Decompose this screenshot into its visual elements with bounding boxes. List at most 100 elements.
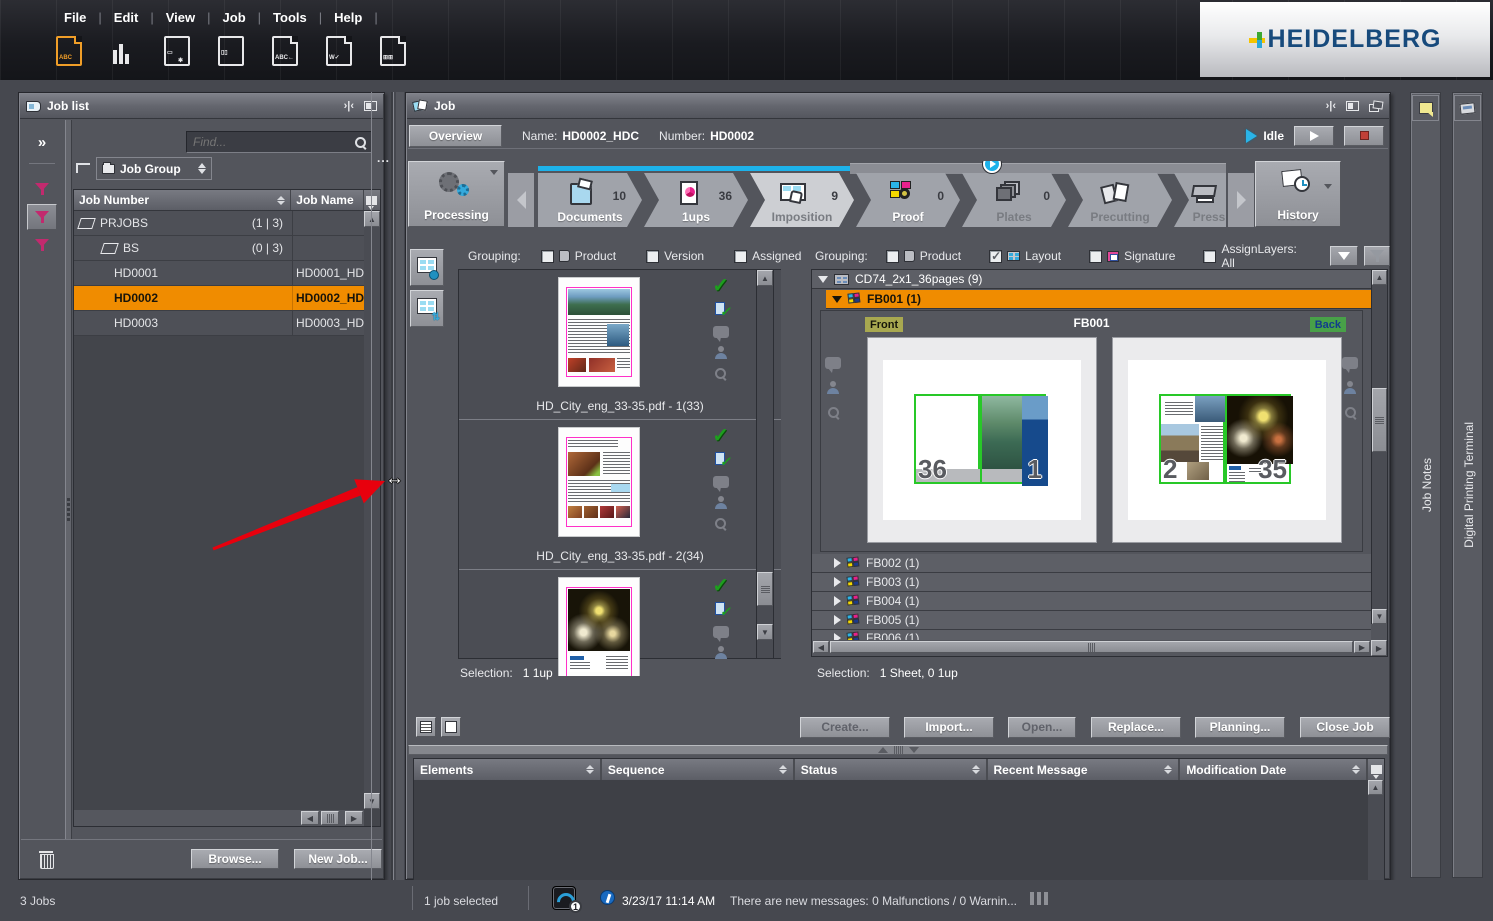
comment-bubble-icon[interactable]	[713, 476, 729, 488]
horizontal-splitter[interactable]	[408, 745, 1388, 755]
oneup-item-2[interactable]: ✓ ✓ HD_City_eng_33-35.pdf - 2(34)	[459, 420, 781, 570]
job-group-row-prjobs[interactable]: PRJOBS (1 | 3)	[74, 211, 380, 236]
signature-checkbox[interactable]	[1089, 250, 1102, 263]
status-message[interactable]: There are new messages: 0 Malfunctions /…	[730, 894, 1017, 908]
back-page-35[interactable]: 35	[1225, 394, 1291, 484]
scroll-up-button[interactable]: ▲	[1368, 780, 1383, 795]
grid-view-button[interactable]	[441, 717, 461, 737]
assignee-icon[interactable]	[714, 346, 728, 359]
comment-bubble-icon[interactable]	[825, 357, 841, 369]
scroll-down-button[interactable]: ▼	[757, 624, 773, 640]
messages-icon[interactable]: 1	[552, 886, 576, 910]
oneup-item-1[interactable]: ✓ ✓ HD_City_eng_33-35.pdf - 1(33)	[459, 270, 781, 420]
oneup-item-3[interactable]: ✓ ✓	[459, 570, 781, 676]
step-precutting[interactable]: Precutting	[1068, 173, 1172, 227]
expander-closed-icon[interactable]	[834, 577, 841, 587]
replace-button[interactable]: Replace...	[1091, 717, 1181, 738]
filter-slot-2-active[interactable]	[27, 204, 57, 230]
sort-icon[interactable]	[277, 196, 285, 205]
collapse-panel-icon[interactable]: ›|‹	[344, 100, 354, 112]
dropdown-arrow-icon[interactable]	[490, 170, 498, 175]
statusbar-grip[interactable]	[1030, 892, 1048, 905]
grouping-version[interactable]: Version	[646, 249, 704, 263]
dropdown-arrow-icon[interactable]	[1324, 184, 1332, 189]
menu-job[interactable]: Job	[211, 6, 258, 29]
sort-icon[interactable]	[1352, 765, 1360, 774]
stop-processing-button[interactable]	[1344, 126, 1384, 146]
column-header-elements[interactable]: Elements	[414, 759, 602, 780]
barcode-document-icon[interactable]: ⊞⊞	[380, 36, 406, 66]
step-plates[interactable]: 0 Plates	[962, 173, 1066, 227]
expander-open-icon[interactable]	[832, 296, 842, 303]
inspect-icon[interactable]	[827, 406, 840, 419]
front-page-36[interactable]: 36	[914, 394, 980, 484]
tree-corner-button[interactable]: ▶	[1371, 640, 1387, 656]
tree-node-fb001-selected[interactable]: FB001 (1)	[826, 290, 1371, 309]
column-header-recent-message[interactable]: Recent Message	[988, 759, 1181, 780]
assignee-icon[interactable]	[714, 496, 728, 509]
scroll-thumb[interactable]	[830, 641, 1353, 653]
scroll-down-button[interactable]: ▼	[1372, 609, 1387, 624]
filter-slot-3[interactable]	[27, 232, 57, 258]
sort-icon[interactable]	[779, 765, 787, 774]
job-row-hd0002-selected[interactable]: HD0002 HD0002_HDC	[74, 286, 380, 311]
tree-structure-icon[interactable]	[76, 163, 90, 173]
browse-button[interactable]: Browse...	[191, 849, 279, 869]
processing-button[interactable]: Processing	[408, 161, 505, 227]
inspect-icon[interactable]	[714, 517, 727, 530]
comment-bubble-icon[interactable]	[713, 626, 729, 638]
digital-printing-terminal-tab[interactable]: Digital Printing Terminal	[1452, 92, 1483, 878]
comment-bubble-icon[interactable]	[713, 326, 729, 338]
history-button[interactable]: History	[1255, 161, 1341, 227]
grouping-product[interactable]: Product	[886, 249, 961, 263]
table-config-button[interactable]	[1368, 759, 1384, 780]
product-checkbox[interactable]	[541, 250, 554, 263]
layers-dropdown-button[interactable]	[1330, 246, 1358, 266]
job-group-spinner[interactable]	[198, 163, 206, 174]
info-icon[interactable]	[600, 890, 615, 905]
view-1ups-button[interactable]	[410, 249, 444, 286]
job-row-hd0003[interactable]: HD0003 HD0003_HDC	[74, 311, 380, 336]
oneups-scrollbar[interactable]: ▲ ▼	[756, 269, 774, 659]
tree-node-fb003[interactable]: FB003 (1)	[812, 573, 1371, 592]
assigned-checkbox[interactable]	[734, 250, 747, 263]
import-button[interactable]: Import...	[904, 717, 994, 738]
tree-node-fb004[interactable]: FB004 (1)	[812, 592, 1371, 611]
inspect-icon[interactable]	[714, 367, 727, 380]
inspect-icon[interactable]	[1344, 406, 1357, 419]
grouping-layout[interactable]: Layout	[989, 249, 1061, 263]
scroll-thumb[interactable]	[757, 572, 773, 606]
panel-view-icon[interactable]	[1346, 101, 1359, 111]
job-group-row-bs[interactable]: BS (0 | 3)	[74, 236, 380, 261]
import-document-icon[interactable]: ABC←	[272, 36, 298, 66]
expander-closed-icon[interactable]	[834, 596, 841, 606]
menu-edit[interactable]: Edit	[102, 6, 151, 29]
comment-bubble-icon[interactable]	[1342, 357, 1358, 369]
scroll-thumb[interactable]	[1372, 388, 1387, 452]
scroll-up-button[interactable]: ▲	[364, 211, 380, 227]
grouping-assignlayers[interactable]: AssignLayers: All	[1203, 242, 1312, 270]
open-button[interactable]: Open...	[1008, 717, 1076, 738]
product-checkbox[interactable]	[886, 250, 899, 263]
layout-checkbox[interactable]	[989, 250, 1002, 263]
scroll-right-button[interactable]: ▶	[1354, 641, 1370, 653]
detach-panel-icon[interactable]	[1369, 101, 1383, 112]
grouping-product[interactable]: Product	[541, 249, 616, 263]
column-header-modification-date[interactable]: Modification Date	[1180, 759, 1368, 780]
filter-slot-1[interactable]	[27, 176, 57, 202]
steps-scroll-right-button[interactable]	[1228, 173, 1254, 227]
list-view-button[interactable]	[416, 717, 436, 737]
find-input[interactable]	[191, 134, 354, 150]
steps-scroll-left-button[interactable]	[508, 173, 534, 227]
menu-tools[interactable]: Tools	[261, 6, 319, 29]
back-page-2[interactable]: 2	[1159, 394, 1225, 484]
trash-icon[interactable]	[39, 850, 53, 867]
close-job-button[interactable]: Close Job	[1300, 717, 1390, 738]
scroll-left-button[interactable]: ◀	[301, 811, 319, 825]
tree-node-fb005[interactable]: FB005 (1)	[812, 611, 1371, 630]
assignee-icon[interactable]	[1343, 381, 1357, 394]
job-list-splitter[interactable]	[65, 120, 72, 839]
tree-vertical-scrollbar[interactable]: ▲ ▼	[1371, 270, 1387, 624]
scroll-left-button[interactable]: ◀	[813, 641, 829, 653]
front-page-1[interactable]: 1	[980, 394, 1046, 484]
